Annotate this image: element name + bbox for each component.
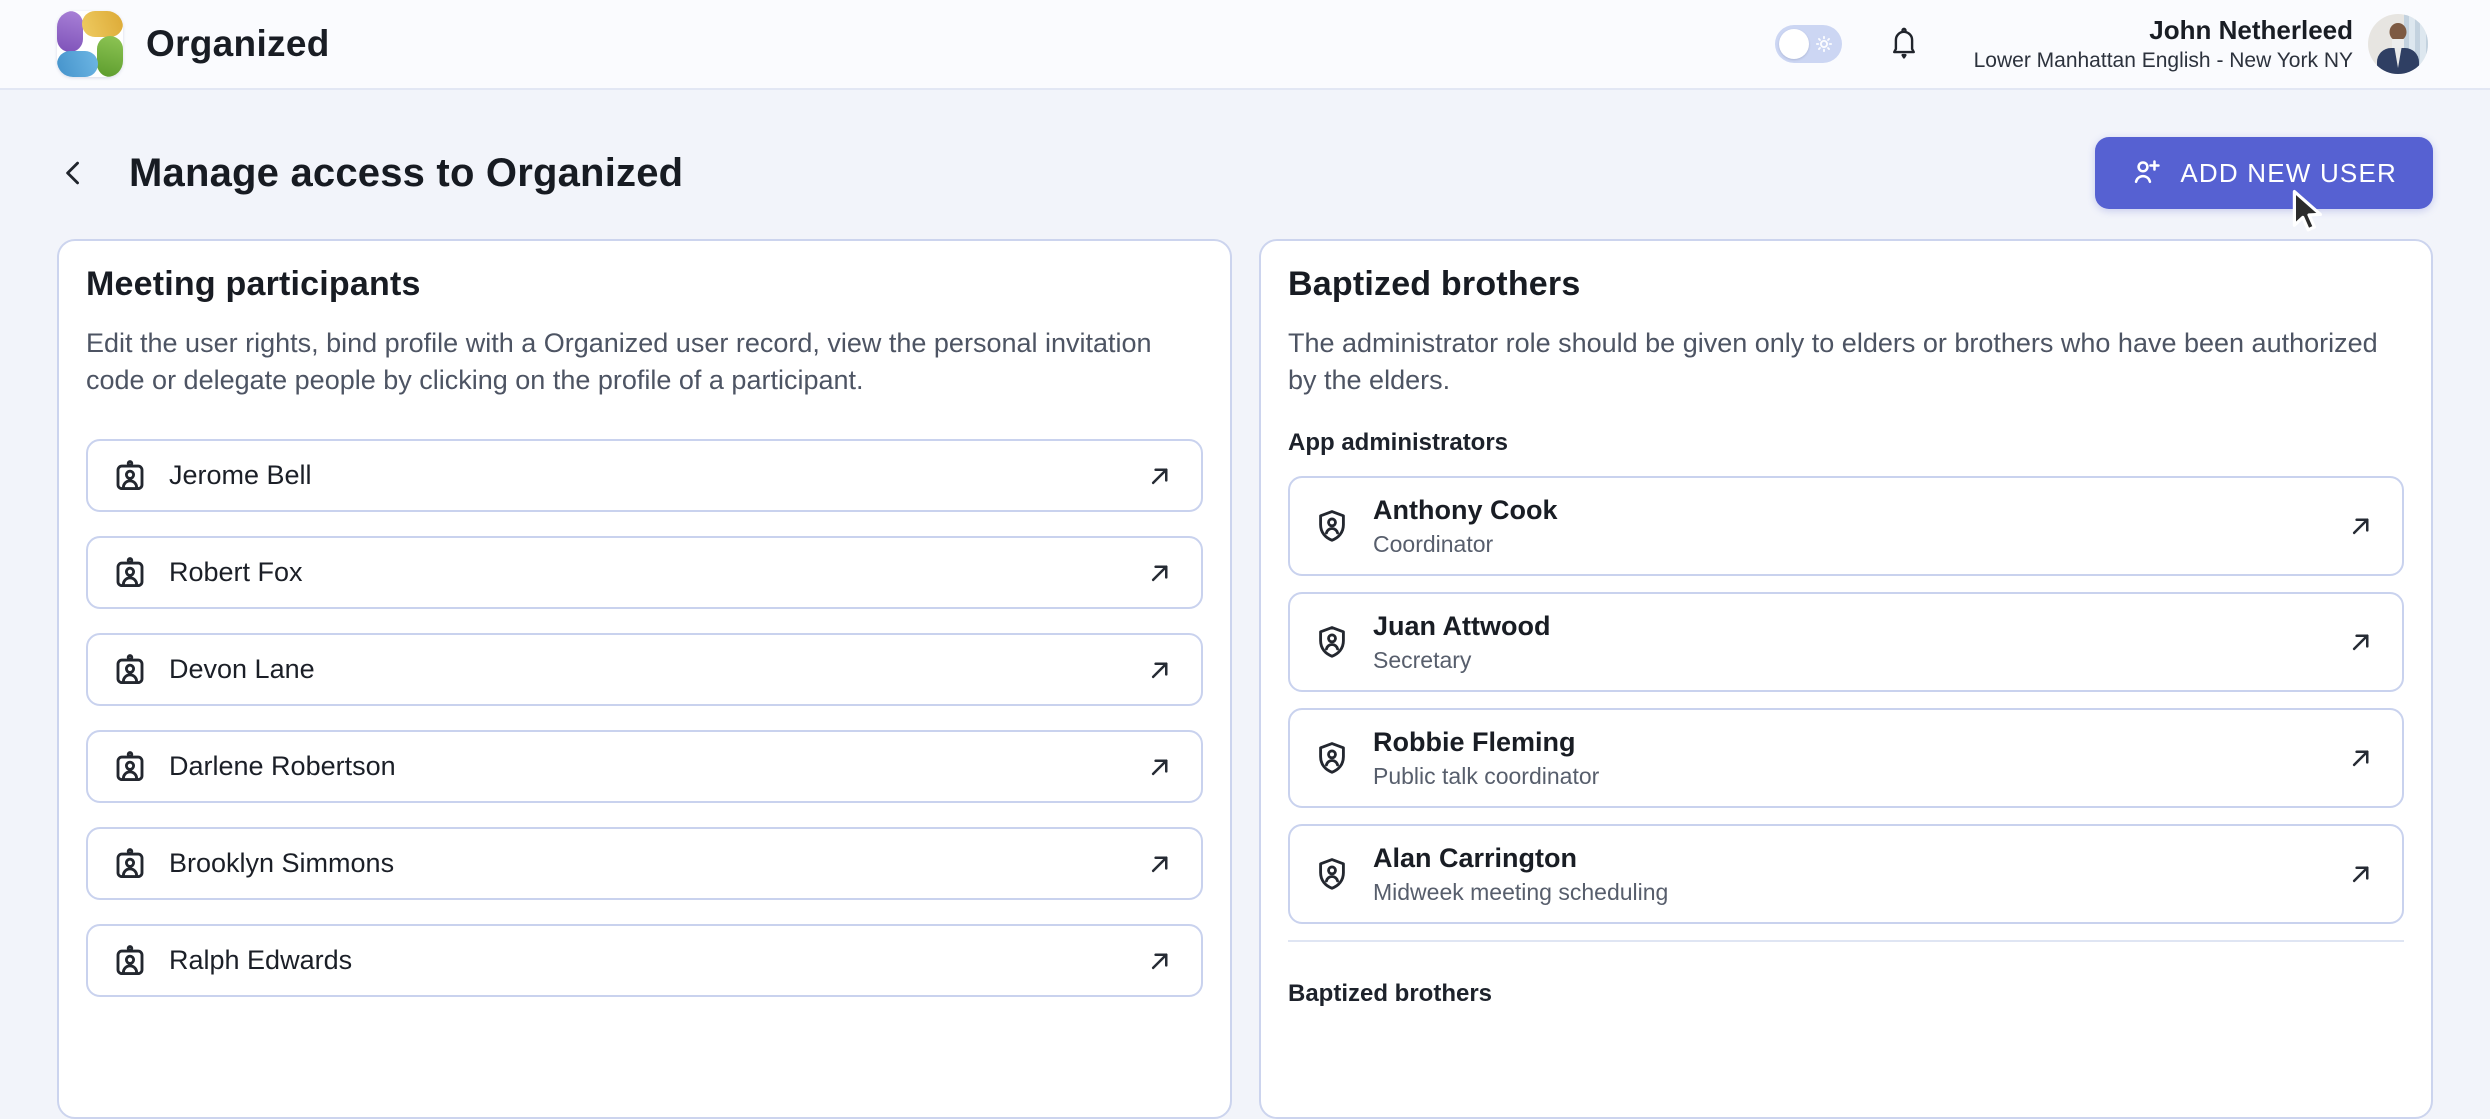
add-new-user-button[interactable]: ADD NEW USER: [2095, 137, 2433, 209]
contact-badge-icon: [112, 458, 148, 494]
logo-petal-purple: [57, 11, 83, 52]
app-title: Organized: [146, 23, 330, 65]
app-logo-icon[interactable]: [57, 11, 123, 77]
open-arrow-icon[interactable]: [1145, 558, 1175, 588]
user-congregation: Lower Manhattan English - New York NY: [1974, 49, 2353, 73]
sun-icon: [1813, 33, 1835, 55]
participants-card-description: Edit the user rights, bind profile with …: [86, 325, 1203, 399]
shield-user-icon: [1314, 624, 1350, 660]
user-plus-icon: [2131, 157, 2163, 189]
administrator-role: Public talk coordinator: [1373, 763, 1599, 790]
top-bar: Organized John Netherleed Lower Manhatta…: [0, 0, 2490, 90]
shield-user-icon: [1314, 740, 1350, 776]
brothers-card-title: Baptized brothers: [1288, 261, 2404, 307]
open-arrow-icon[interactable]: [2346, 743, 2376, 773]
participant-name: Robert Fox: [169, 557, 303, 588]
notifications-bell-icon[interactable]: [1886, 25, 1922, 63]
administrator-row[interactable]: Anthony Cook Coordinator: [1288, 476, 2404, 576]
open-arrow-icon[interactable]: [1145, 752, 1175, 782]
section-divider: [1288, 940, 2404, 942]
participant-name: Brooklyn Simmons: [169, 848, 394, 879]
administrator-name: Juan Attwood: [1373, 610, 1550, 643]
administrator-info: Juan Attwood Secretary: [1373, 610, 1550, 674]
logo-petal-green: [97, 36, 123, 77]
app-administrators-heading: App administrators: [1288, 427, 2404, 459]
open-arrow-icon[interactable]: [2346, 627, 2376, 657]
brothers-card-description: The administrator role should be given o…: [1288, 325, 2404, 399]
administrator-name: Anthony Cook: [1373, 494, 1557, 527]
administrator-role: Secretary: [1373, 647, 1550, 674]
avatar[interactable]: [2368, 14, 2428, 74]
open-arrow-icon[interactable]: [1145, 461, 1175, 491]
participants-card-title: Meeting participants: [86, 261, 1203, 307]
participant-name: Darlene Robertson: [169, 751, 396, 782]
administrator-name: Robbie Fleming: [1373, 726, 1599, 759]
back-button[interactable]: [57, 149, 101, 197]
baptized-brothers-heading: Baptized brothers: [1288, 978, 2404, 1010]
participant-name: Devon Lane: [169, 654, 315, 685]
logo-petal-blue: [57, 51, 98, 77]
participant-name: Ralph Edwards: [169, 945, 352, 976]
user-info[interactable]: John Netherleed Lower Manhattan English …: [1974, 15, 2353, 73]
avatar-body: [2377, 48, 2419, 74]
contact-badge-icon: [112, 555, 148, 591]
add-new-user-label: ADD NEW USER: [2180, 158, 2397, 189]
contact-badge-icon: [112, 749, 148, 785]
administrator-row[interactable]: Juan Attwood Secretary: [1288, 592, 2404, 692]
topbar-actions: John Netherleed Lower Manhattan English …: [1775, 14, 2428, 74]
baptized-brothers-card: Baptized brothers The administrator role…: [1259, 239, 2433, 1119]
shield-user-icon: [1314, 508, 1350, 544]
logo-petal-yellow: [82, 11, 123, 37]
administrator-info: Anthony Cook Coordinator: [1373, 494, 1557, 558]
administrator-info: Robbie Fleming Public talk coordinator: [1373, 726, 1599, 790]
administrator-info: Alan Carrington Midweek meeting scheduli…: [1373, 842, 1668, 906]
shield-user-icon: [1314, 856, 1350, 892]
contact-badge-icon: [112, 943, 148, 979]
participant-row[interactable]: Jerome Bell: [86, 439, 1203, 512]
participant-name: Jerome Bell: [169, 460, 312, 491]
page-header: Manage access to Organized ADD NEW USER: [57, 137, 2433, 209]
participant-row[interactable]: Darlene Robertson: [86, 730, 1203, 803]
open-arrow-icon[interactable]: [1145, 946, 1175, 976]
page-title: Manage access to Organized: [129, 151, 683, 196]
content: Meeting participants Edit the user right…: [57, 239, 2433, 1119]
administrator-name: Alan Carrington: [1373, 842, 1668, 875]
contact-badge-icon: [112, 652, 148, 688]
administrator-role: Coordinator: [1373, 531, 1557, 558]
participant-row[interactable]: Devon Lane: [86, 633, 1203, 706]
participant-row[interactable]: Ralph Edwards: [86, 924, 1203, 997]
open-arrow-icon[interactable]: [2346, 859, 2376, 889]
administrator-role: Midweek meeting scheduling: [1373, 879, 1668, 906]
participant-row[interactable]: Robert Fox: [86, 536, 1203, 609]
meeting-participants-card: Meeting participants Edit the user right…: [57, 239, 1232, 1119]
participant-row[interactable]: Brooklyn Simmons: [86, 827, 1203, 900]
toggle-knob: [1779, 29, 1809, 59]
contact-badge-icon: [112, 846, 148, 882]
open-arrow-icon[interactable]: [1145, 849, 1175, 879]
theme-toggle[interactable]: [1775, 25, 1842, 63]
administrator-row[interactable]: Robbie Fleming Public talk coordinator: [1288, 708, 2404, 808]
open-arrow-icon[interactable]: [2346, 511, 2376, 541]
administrator-row[interactable]: Alan Carrington Midweek meeting scheduli…: [1288, 824, 2404, 924]
open-arrow-icon[interactable]: [1145, 655, 1175, 685]
user-name: John Netherleed: [1974, 15, 2353, 46]
